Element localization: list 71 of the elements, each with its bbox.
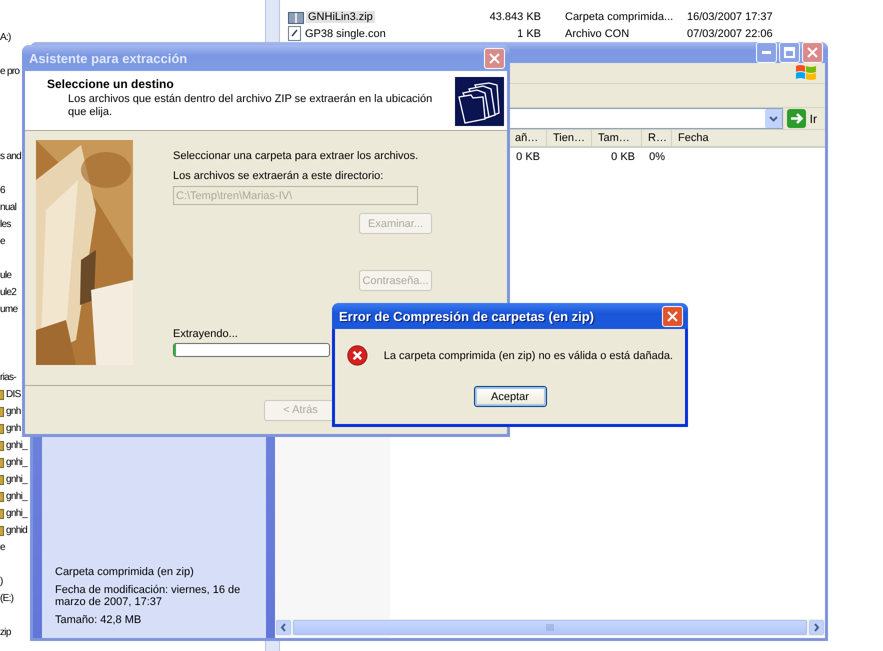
chevron-left-icon — [280, 623, 287, 632]
go-button[interactable]: Ir — [786, 109, 821, 128]
minimize-icon — [762, 51, 771, 54]
tree-item[interactable]: les — [0, 219, 11, 230]
maximize-icon — [784, 47, 795, 58]
tree-item[interactable]: A:) — [0, 32, 11, 43]
file-name[interactable]: GP38 single.con — [303, 28, 388, 40]
file-type-text: Carpeta comprimida (en zip) — [55, 566, 195, 578]
error-message: La carpeta comprimida (en zip) no es válida o está dañada. — [384, 350, 673, 362]
tree-item[interactable]: gnh — [6, 423, 21, 434]
tree-item[interactable]: ) — [0, 576, 3, 587]
maximize-button[interactable] — [779, 42, 800, 63]
window-title: Asistente para extracción — [29, 50, 188, 66]
tree-item[interactable]: nual — [0, 202, 16, 213]
minimize-button[interactable] — [756, 42, 777, 63]
tree-item[interactable]: e — [0, 542, 5, 553]
close-button[interactable] — [802, 42, 823, 63]
scroll-left-button[interactable] — [276, 620, 291, 635]
file-type: Archivo CON — [564, 28, 630, 40]
tree-item[interactable]: gnhi_ — [6, 440, 27, 451]
tree-item[interactable]: gnhi_ — [6, 457, 27, 468]
tree-item[interactable]: gnh — [6, 406, 21, 417]
tree-item[interactable]: ule — [0, 270, 12, 281]
ok-button[interactable]: Aceptar — [474, 386, 546, 407]
wizard-description: Los archivos que están dentro del archivo ZIP se extraerán en la ubicación que elija. — [67, 93, 434, 119]
column-header[interactable]: Tien… — [546, 130, 591, 146]
file-date: 16/03/2007 17:37 — [687, 10, 773, 22]
scroll-right-button[interactable] — [809, 620, 824, 635]
tree-item[interactable]: ume — [0, 304, 18, 315]
tree-item[interactable]: gnhi_ — [6, 491, 27, 502]
file-name[interactable]: GNHiLin3.zip — [306, 10, 375, 22]
file-size: 1 KB — [517, 28, 541, 40]
window-title: Error de Compresión de carpetas (en zip) — [339, 308, 594, 324]
tree-item[interactable]: e pro — [0, 66, 20, 77]
tree-item[interactable]: 6 — [0, 185, 5, 196]
tree-item[interactable]: zip — [0, 627, 11, 638]
column-header[interactable]: Fecha — [671, 130, 751, 146]
tree-item[interactable]: s and — [0, 151, 21, 162]
directory-label: Los archivos se extraerán a este directorio: — [173, 170, 384, 182]
scroll-thumb[interactable] — [293, 620, 807, 635]
close-button[interactable] — [662, 306, 683, 326]
folders-icon — [455, 77, 504, 126]
tree-item[interactable]: gnhid — [6, 525, 27, 536]
tree-item[interactable]: gnhi_ — [6, 508, 27, 519]
column-header[interactable]: Tam… — [591, 130, 641, 146]
file-type: Carpeta comprimida... — [564, 10, 674, 22]
tree-item[interactable]: gnhi_ — [6, 474, 27, 485]
progress-label: Extrayendo... — [173, 328, 239, 340]
close-icon — [489, 52, 500, 64]
wizard-heading: Seleccione un destino — [47, 77, 175, 91]
zip-folder-icon — [288, 10, 304, 24]
tree-item[interactable]: DIS — [6, 389, 21, 400]
close-icon — [807, 47, 818, 58]
tree-item[interactable]: ule2 — [0, 287, 16, 298]
table-cell-text: 0 KB — [515, 150, 541, 164]
column-header[interactable]: R… — [641, 130, 671, 146]
prompt-text: Seleccionar una carpeta para extraer los archivos. — [173, 150, 420, 162]
tree-item[interactable]: rias- — [0, 372, 16, 383]
chevron-right-icon — [813, 623, 820, 632]
close-icon — [667, 310, 678, 322]
table-cell-text: 0 KB — [610, 150, 636, 164]
modified-date-text: Fecha de modificación: viernes, 16 de marzo de 2007, 17:37 — [55, 584, 242, 608]
tree-item[interactable]: e — [0, 236, 5, 247]
table-cell-text: 0% — [648, 150, 666, 164]
document-icon — [288, 26, 301, 41]
file-size: 43.843 KB — [490, 10, 541, 22]
tree-item[interactable]: (E:) — [0, 593, 14, 604]
horizontal-scrollbar[interactable] — [275, 619, 825, 636]
file-size-text: Tamaño: 42,8 MB — [55, 614, 142, 626]
file-date: 07/03/2007 22:06 — [687, 28, 773, 40]
close-button[interactable] — [484, 48, 505, 68]
